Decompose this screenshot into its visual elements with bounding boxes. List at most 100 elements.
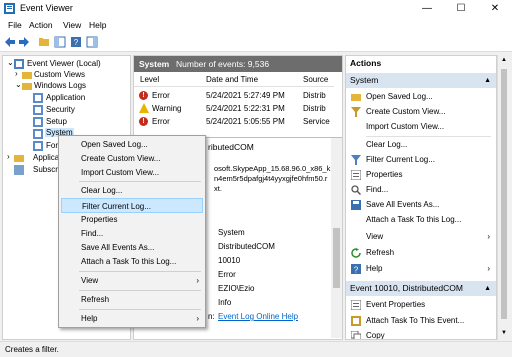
- action-filter-current-log[interactable]: Filter Current Log...: [346, 152, 496, 167]
- detail-log-name: System: [218, 228, 245, 237]
- menu-action[interactable]: Action: [29, 20, 53, 30]
- expand-toggle[interactable]: ›: [15, 69, 18, 78]
- tree-windows-logs[interactable]: Windows Logs: [34, 81, 86, 90]
- column-date[interactable]: Date and Time: [206, 75, 258, 84]
- context-find[interactable]: Find...: [61, 226, 203, 241]
- event-log-help-link[interactable]: Event Log Online Help: [218, 312, 298, 321]
- save-icon: [351, 200, 361, 210]
- context-clear-log[interactable]: Clear Log...: [61, 183, 203, 198]
- tree-setup[interactable]: Setup: [46, 117, 67, 126]
- action-refresh[interactable]: Refresh: [346, 245, 496, 260]
- tree-root[interactable]: Event Viewer (Local): [27, 59, 101, 68]
- log-icon: [33, 105, 43, 115]
- collapse-up-icon[interactable]: ▲: [484, 281, 491, 296]
- actions-header: Actions: [346, 56, 496, 71]
- detail-source: DistributedCOM: [218, 242, 275, 251]
- action-view[interactable]: View ›: [346, 229, 496, 244]
- menu-help[interactable]: Help: [89, 20, 106, 30]
- action-properties[interactable]: Properties: [346, 167, 496, 182]
- table-row[interactable]: ! Error 5/24/2021 5:27:49 PM Distrib: [136, 89, 332, 102]
- filter-icon: [351, 155, 361, 165]
- event-viewer-icon: [4, 3, 15, 14]
- action-open-saved-log[interactable]: Open Saved Log...: [346, 89, 496, 104]
- scroll-thumb[interactable]: [501, 69, 507, 319]
- context-import-custom-view[interactable]: Import Custom View...: [61, 165, 203, 180]
- action-event-properties[interactable]: Event Properties: [346, 297, 496, 312]
- log-header: System Number of events: 9,536: [134, 56, 342, 72]
- action-help[interactable]: ? Help ›: [346, 261, 496, 276]
- context-menu: Open Saved Log... Create Custom View... …: [58, 135, 206, 328]
- folder-up-icon[interactable]: [38, 36, 50, 48]
- action-attach-task-event[interactable]: Attach Task To This Event...: [346, 313, 496, 328]
- expand-toggle[interactable]: ⌄: [15, 80, 22, 89]
- status-bar: Creates a filter.: [0, 341, 512, 357]
- table-row[interactable]: Warning 5/24/2021 5:22:31 PM Distrib: [136, 102, 332, 115]
- actions-pane: Actions System ▲ Open Saved Log... Creat…: [345, 55, 497, 340]
- detail-title: ributedCOM: [208, 142, 254, 152]
- collapse-up-icon[interactable]: ▲: [484, 73, 491, 88]
- log-icon: [33, 93, 43, 103]
- tree-subscriptions[interactable]: Subscri: [33, 165, 60, 174]
- context-properties[interactable]: Properties: [61, 212, 203, 227]
- scroll-down-icon[interactable]: ▼: [501, 330, 507, 336]
- column-source[interactable]: Source: [303, 75, 328, 84]
- tree-application[interactable]: Application: [46, 93, 85, 102]
- status-text: Creates a filter.: [5, 345, 59, 354]
- tree-security[interactable]: Security: [46, 105, 75, 114]
- expand-toggle[interactable]: ⌄: [7, 58, 14, 67]
- error-icon: !: [139, 91, 148, 100]
- detail-event-id: 10010: [218, 256, 241, 265]
- warning-icon: [139, 103, 149, 113]
- minimize-button[interactable]: —: [410, 0, 444, 17]
- back-arrow-icon[interactable]: [4, 36, 16, 48]
- help-icon: ?: [351, 264, 361, 274]
- context-attach-task[interactable]: Attach a Task To this Log...: [61, 254, 203, 269]
- actions-section-system[interactable]: System ▲: [346, 73, 496, 88]
- action-create-custom-view[interactable]: Create Custom View...: [346, 104, 496, 119]
- menu-bar: File Action View Help: [0, 17, 512, 32]
- refresh-icon: [351, 248, 361, 258]
- forward-arrow-icon[interactable]: [18, 36, 30, 48]
- table-row[interactable]: ! Error 5/24/2021 5:05:55 PM Service: [136, 115, 332, 128]
- action-attach-task[interactable]: Attach a Task To this Log...: [346, 212, 496, 227]
- action-copy[interactable]: Copy: [346, 328, 496, 339]
- panel-icon[interactable]: [86, 36, 98, 48]
- show-hide-tree-icon[interactable]: [54, 36, 66, 48]
- menu-file[interactable]: File: [8, 20, 22, 30]
- context-help[interactable]: Help ›: [61, 311, 203, 326]
- context-open-saved-log[interactable]: Open Saved Log...: [61, 137, 203, 152]
- context-filter-current-log[interactable]: Filter Current Log...: [61, 198, 203, 213]
- properties-icon: [351, 170, 361, 180]
- context-refresh[interactable]: Refresh: [61, 292, 203, 307]
- close-button[interactable]: ✕: [478, 0, 512, 17]
- folder-open-icon: [351, 94, 361, 101]
- window-title: Event Viewer: [20, 3, 73, 13]
- log-icon: [33, 117, 43, 127]
- actions-scrollbar[interactable]: ▲ ▼: [497, 55, 510, 340]
- task-icon: [351, 316, 361, 326]
- action-save-all-events[interactable]: Save All Events As...: [346, 197, 496, 212]
- maximize-button[interactable]: ☐: [444, 0, 478, 17]
- detail-line: xt.: [214, 184, 222, 193]
- detail-user: EZIO\Ezio: [218, 284, 255, 293]
- context-view[interactable]: View ›: [61, 273, 203, 288]
- help-book-icon[interactable]: ?: [70, 36, 82, 48]
- context-save-all-events[interactable]: Save All Events As...: [61, 240, 203, 255]
- copy-icon: [351, 331, 361, 339]
- tree-custom-views[interactable]: Custom Views: [34, 70, 85, 79]
- menu-view[interactable]: View: [63, 20, 81, 30]
- action-clear-log[interactable]: Clear Log...: [346, 137, 496, 152]
- action-import-custom-view[interactable]: Import Custom View...: [346, 119, 496, 134]
- context-create-custom-view[interactable]: Create Custom View...: [61, 151, 203, 166]
- scroll-up-icon[interactable]: ▲: [501, 57, 507, 63]
- submenu-arrow-icon: ›: [487, 232, 490, 241]
- detail-line: n4em5r5dpafgj4t4yyxgjfe0hfm50.r: [214, 174, 328, 183]
- expand-toggle[interactable]: ›: [7, 152, 10, 161]
- actions-section-event[interactable]: Event 10010, DistributedCOM ▲: [346, 281, 496, 296]
- title-bar: Event Viewer — ☐ ✕: [0, 0, 512, 17]
- column-level[interactable]: Level: [140, 75, 159, 84]
- action-find[interactable]: Find...: [346, 182, 496, 197]
- properties-icon: [351, 300, 361, 310]
- detail-scrollbar[interactable]: [331, 138, 342, 338]
- log-name: System: [139, 59, 170, 69]
